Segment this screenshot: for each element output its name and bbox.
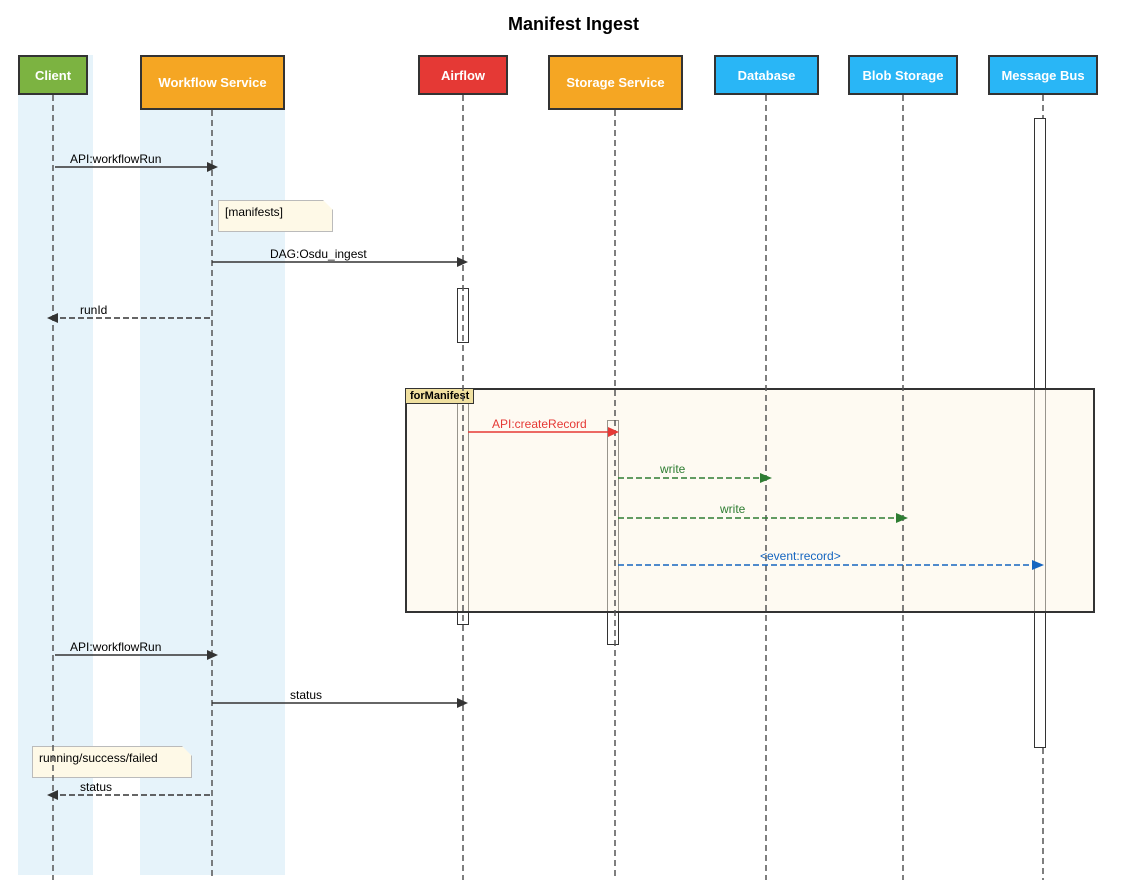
- actor-blobstorage: Blob Storage: [848, 55, 958, 95]
- actor-client: Client: [18, 55, 88, 95]
- diagram: Manifest Ingest Client Workflow Service …: [0, 0, 1147, 891]
- arrow-label-a8: API:workflowRun: [70, 640, 161, 654]
- arrow-label-a2: DAG:Osdu_ingest: [270, 247, 367, 261]
- arrow-label-a7: <event:record>: [760, 549, 841, 563]
- fragment-formanifest-label: forManifest: [405, 388, 474, 404]
- arrow-label-a5: write: [660, 462, 685, 476]
- note-manifests: [manifests]: [218, 200, 333, 232]
- arrow-label-a1: API:workflowRun: [70, 152, 161, 166]
- actor-airflow: Airflow: [418, 55, 508, 95]
- actor-storage: Storage Service: [548, 55, 683, 110]
- page-title: Manifest Ingest: [0, 14, 1147, 35]
- arrow-label-a10: status: [80, 780, 112, 794]
- activation-airflow-1: [457, 288, 469, 343]
- actor-workflow: Workflow Service: [140, 55, 285, 110]
- arrow-label-a9: status: [290, 688, 322, 702]
- arrow-label-a4: API:createRecord: [492, 417, 587, 431]
- actor-database: Database: [714, 55, 819, 95]
- arrow-label-a6: write: [720, 502, 745, 516]
- note-status: running/success/failed: [32, 746, 192, 778]
- actor-messagebus: Message Bus: [988, 55, 1098, 95]
- arrow-label-a3: runId: [80, 303, 107, 317]
